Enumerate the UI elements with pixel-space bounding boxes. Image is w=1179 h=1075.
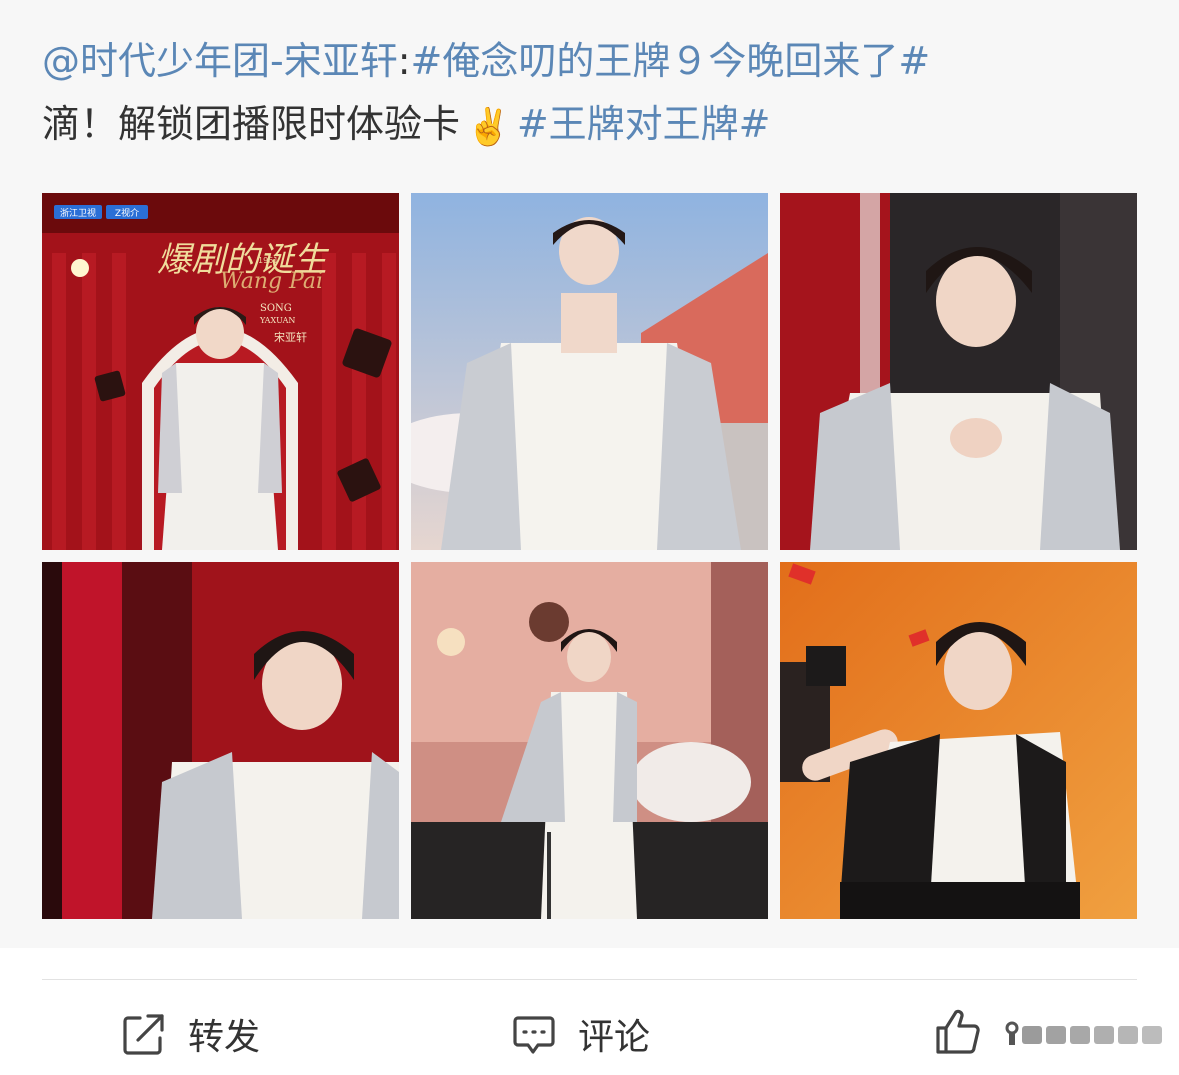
victory-hand-icon: ✌️ <box>466 107 511 148</box>
image-grid: 浙江卫视 Z视介 爆剧的诞生 Wang Pai 1961 SONG YAXUAN… <box>42 193 1137 919</box>
repost-icon <box>123 1014 164 1055</box>
separator: : <box>397 39 411 83</box>
like-count-blurred <box>1005 1021 1162 1045</box>
poster-name: 宋亚轩 <box>274 330 307 344</box>
photo-6[interactable] <box>780 562 1137 919</box>
photo-5[interactable] <box>411 562 768 919</box>
topic-link-1[interactable]: #俺念叨的王牌９今晚回来了# <box>411 39 931 83</box>
post-text: @时代少年团-宋亚轩:#俺念叨的王牌９今晚回来了# 滴！解锁团播限时体验卡 ✌️ #… <box>42 30 1142 159</box>
photo-2[interactable] <box>411 193 768 550</box>
photo-1-poster[interactable]: 浙江卫视 Z视介 爆剧的诞生 Wang Pai 1961 SONG YAXUAN… <box>42 193 399 550</box>
post-body: 滴！解锁团播限时体验卡 <box>42 102 461 146</box>
thumbs-up-icon <box>936 1009 980 1054</box>
comment-button[interactable]: 评论 <box>512 1008 650 1060</box>
photo-3-image <box>780 193 1137 550</box>
photo-4[interactable] <box>42 562 399 919</box>
poster-song: SONG <box>260 303 292 314</box>
photo-6-image <box>780 562 1137 919</box>
poster-script: Wang Pai <box>220 269 323 294</box>
repost-button[interactable]: 转发 <box>122 1008 260 1060</box>
photo-5-image <box>411 562 768 919</box>
photo-2-image <box>411 193 768 550</box>
topic-link-2[interactable]: #王牌对王牌# <box>517 102 771 146</box>
poster-image: 浙江卫视 Z视介 爆剧的诞生 Wang Pai 1961 SONG YAXUAN… <box>42 193 399 550</box>
poster-yaxuan: YAXUAN <box>259 316 295 325</box>
like-button[interactable] <box>934 1008 982 1056</box>
poster-badge-1: 浙江卫视 <box>60 207 96 219</box>
repost-label: 转发 <box>188 1017 261 1058</box>
comment-label: 评论 <box>578 1017 651 1058</box>
photo-4-image <box>42 562 399 919</box>
poster-year: 1961 <box>258 256 278 265</box>
divider <box>42 979 1137 980</box>
action-bar: 转发 评论 <box>0 990 1179 1075</box>
comment-icon <box>513 1016 555 1054</box>
weibo-post: @时代少年团-宋亚轩:#俺念叨的王牌９今晚回来了# 滴！解锁团播限时体验卡 ✌️ #… <box>0 0 1179 948</box>
mention-link[interactable]: @时代少年团-宋亚轩 <box>42 39 398 83</box>
poster-badge-2: Z视介 <box>115 207 139 219</box>
photo-3[interactable] <box>780 193 1137 550</box>
